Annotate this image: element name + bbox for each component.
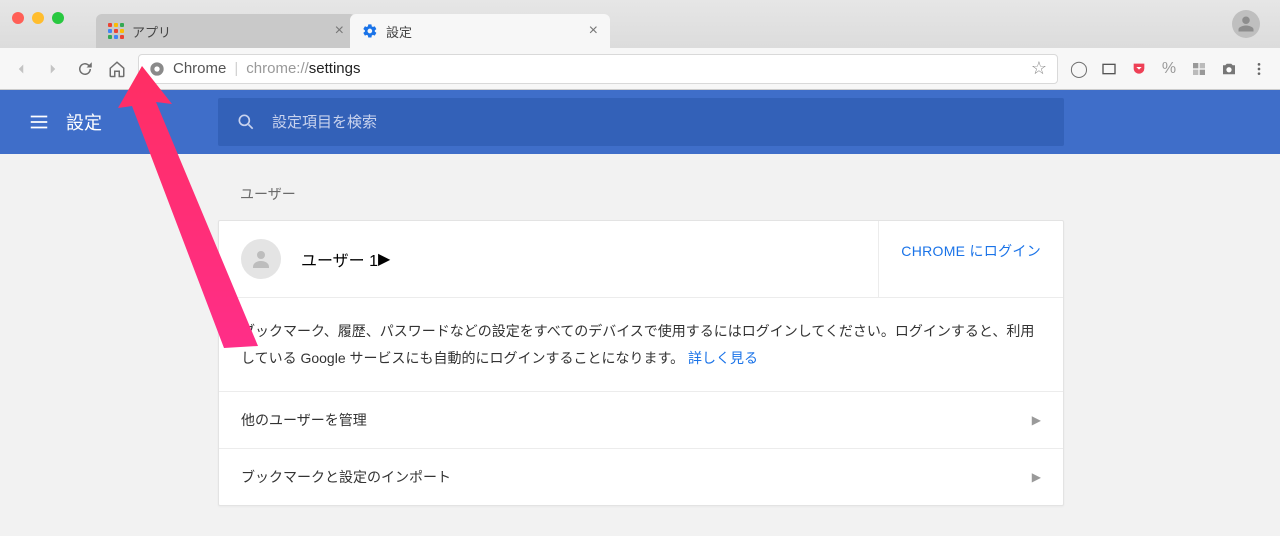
tab-close-icon[interactable]: ×	[589, 23, 598, 39]
extension-icon[interactable]: ◯	[1070, 60, 1088, 78]
address-field[interactable]: Chrome | chrome://settings ☆	[138, 54, 1058, 84]
manage-other-users-row[interactable]: 他のユーザーを管理 ▶	[219, 392, 1063, 449]
settings-content: ユーザー ユーザー 1 ▶ CHROME にログイン ブックマーク、履歴、パスワ…	[0, 154, 1280, 506]
navigation-buttons	[12, 60, 126, 78]
page-title: 設定	[66, 109, 102, 135]
back-button[interactable]	[12, 60, 30, 78]
tab-apps[interactable]: アプリ ×	[96, 14, 356, 48]
login-description: ブックマーク、履歴、パスワードなどの設定をすべてのデバイスで使用するにはログイン…	[219, 298, 1063, 392]
window-close-button[interactable]	[12, 12, 24, 24]
extension-icon[interactable]	[1190, 60, 1208, 78]
traffic-lights	[12, 12, 64, 24]
search-icon	[236, 112, 256, 132]
reload-button[interactable]	[76, 60, 94, 78]
tab-close-icon[interactable]: ×	[335, 23, 344, 39]
current-user-row[interactable]: ユーザー 1 ▶ CHROME にログイン	[219, 221, 1063, 298]
settings-search[interactable]	[218, 98, 1064, 146]
apps-favicon-icon	[108, 23, 124, 39]
chrome-icon	[149, 61, 165, 77]
profile-avatar-button[interactable]	[1232, 10, 1260, 38]
chrome-menu-button[interactable]	[1250, 60, 1268, 78]
learn-more-link[interactable]: 詳しく見る	[688, 350, 758, 366]
extension-icon[interactable]: %	[1160, 60, 1178, 78]
menu-hamburger-icon[interactable]	[28, 111, 50, 133]
settings-header: 設定	[0, 90, 1280, 154]
settings-search-input[interactable]	[272, 114, 1046, 131]
import-bookmarks-row[interactable]: ブックマークと設定のインポート ▶	[219, 449, 1063, 505]
forward-button[interactable]	[44, 60, 62, 78]
window-maximize-button[interactable]	[52, 12, 64, 24]
tab-settings[interactable]: 設定 ×	[350, 14, 610, 48]
bookmark-star-icon[interactable]: ☆	[1031, 58, 1047, 79]
security-chip: Chrome	[173, 60, 226, 77]
user-avatar-icon	[241, 239, 281, 279]
tab-label: 設定	[386, 22, 412, 41]
camera-extension-icon[interactable]	[1220, 60, 1238, 78]
tab-strip: アプリ × 設定 ×	[96, 0, 604, 48]
chevron-right-icon: ▶	[378, 249, 390, 269]
tab-label: アプリ	[132, 22, 171, 41]
home-button[interactable]	[108, 60, 126, 78]
chevron-right-icon: ▶	[1032, 470, 1041, 484]
chrome-login-button[interactable]: CHROME にログイン	[878, 221, 1063, 297]
chevron-right-icon: ▶	[1032, 413, 1041, 427]
gear-favicon-icon	[362, 23, 378, 39]
window-titlebar: アプリ × 設定 ×	[0, 0, 1280, 48]
pocket-extension-icon[interactable]	[1130, 60, 1148, 78]
toolbar: Chrome | chrome://settings ☆ ◯ %	[0, 48, 1280, 90]
users-card: ユーザー 1 ▶ CHROME にログイン ブックマーク、履歴、パスワードなどの…	[218, 220, 1064, 506]
current-user-name: ユーザー 1	[301, 247, 378, 271]
window-minimize-button[interactable]	[32, 12, 44, 24]
url-text: chrome://settings	[246, 60, 360, 77]
extension-icons: ◯ %	[1070, 60, 1268, 78]
section-label-users: ユーザー	[218, 184, 1064, 204]
extension-icon[interactable]	[1100, 60, 1118, 78]
